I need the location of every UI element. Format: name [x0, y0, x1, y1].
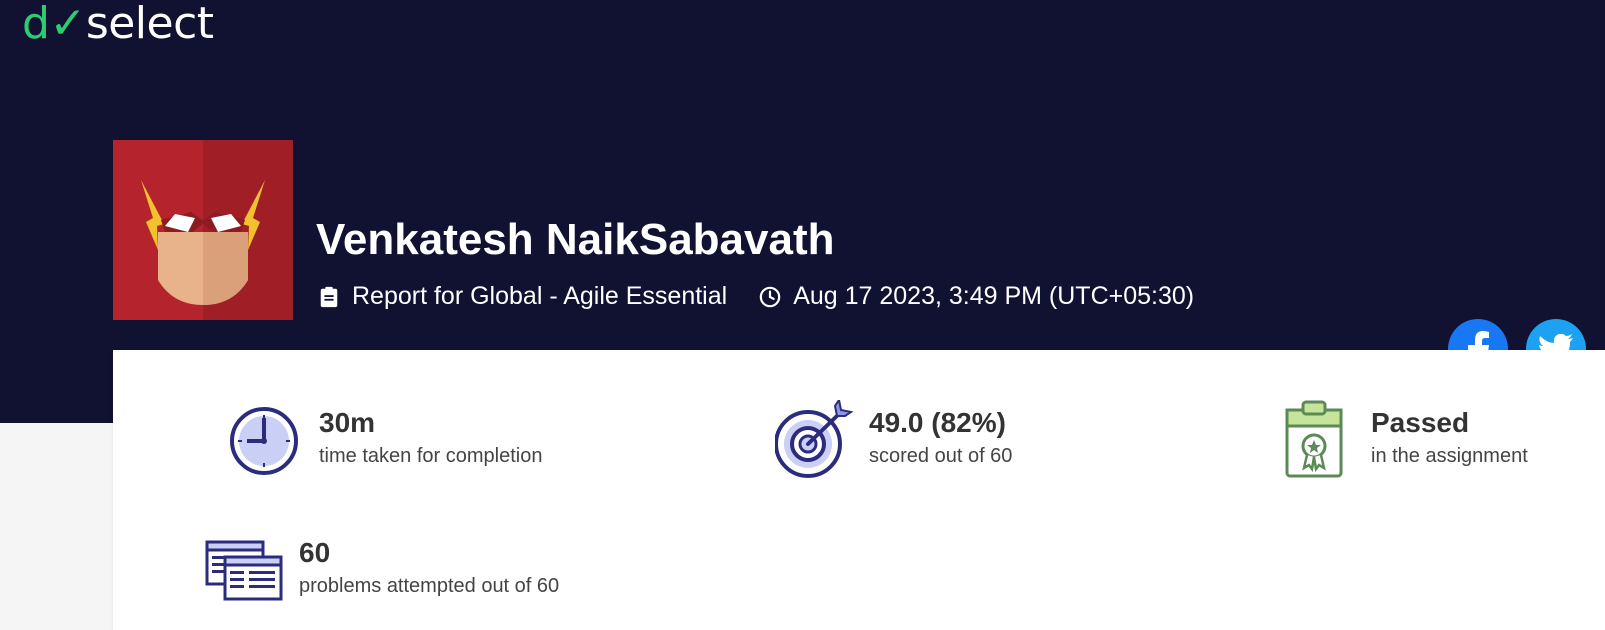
score-value: 49.0 (82%) — [869, 407, 1006, 438]
logo-check-icon: ✓ — [49, 0, 86, 49]
stats-card: 30m time taken for completion 49.0 (82%)… — [113, 350, 1605, 630]
target-icon — [775, 400, 853, 478]
flash-avatar-icon — [113, 140, 293, 320]
clipboard-icon — [320, 286, 338, 307]
score-stat: 49.0 (82%) scored out of 60 — [775, 400, 1012, 480]
problems-stat: 60 problems attempted out of 60 — [205, 537, 560, 602]
result-label: in the assignment — [1371, 445, 1528, 467]
time-taken-label: time taken for completion — [319, 445, 543, 467]
user-name: Venkatesh NaikSabavath — [316, 215, 835, 264]
report-date: Aug 17 2023, 3:49 PM (UTC+05:30) — [793, 282, 1195, 310]
result-value: Passed — [1371, 407, 1470, 438]
report-title: Report for Global - Agile Essential — [352, 282, 728, 310]
certificate-icon — [1285, 400, 1343, 478]
problems-value: 60 — [299, 537, 331, 568]
avatar — [113, 140, 293, 320]
clock-small-icon — [759, 286, 781, 307]
time-taken-stat: 30m time taken for completion — [229, 406, 542, 476]
clock-icon — [230, 407, 298, 475]
windows-icon — [205, 540, 283, 601]
score-label: scored out of 60 — [869, 445, 1013, 467]
result-stat: Passed in the assignment — [1285, 400, 1528, 478]
doselect-logo[interactable]: d✓select — [22, 0, 214, 49]
time-taken-value: 30m — [319, 407, 376, 438]
problems-label: problems attempted out of 60 — [299, 575, 560, 597]
report-meta: Report for Global - Agile Essential Aug … — [318, 282, 1194, 311]
